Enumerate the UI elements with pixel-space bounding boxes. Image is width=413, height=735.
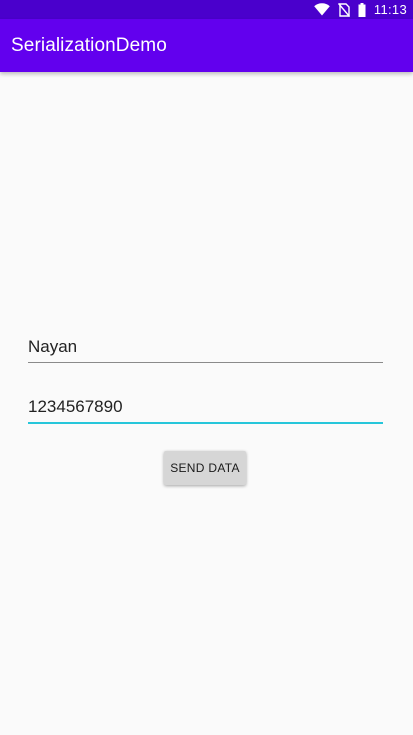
app-title: SerializationDemo — [11, 34, 167, 56]
wifi-icon — [314, 3, 330, 16]
phone-input[interactable] — [28, 392, 383, 424]
screen: 11:13 SerializationDemo SEND DATA — [0, 0, 413, 735]
no-sim-icon — [337, 2, 350, 17]
app-bar: SerializationDemo — [0, 19, 413, 72]
send-data-button[interactable]: SEND DATA — [164, 451, 246, 485]
status-time: 11:13 — [373, 2, 407, 17]
battery-icon — [358, 2, 366, 17]
status-bar: 11:13 — [0, 0, 413, 19]
status-icons: 11:13 — [314, 2, 407, 17]
name-input[interactable] — [28, 332, 383, 363]
